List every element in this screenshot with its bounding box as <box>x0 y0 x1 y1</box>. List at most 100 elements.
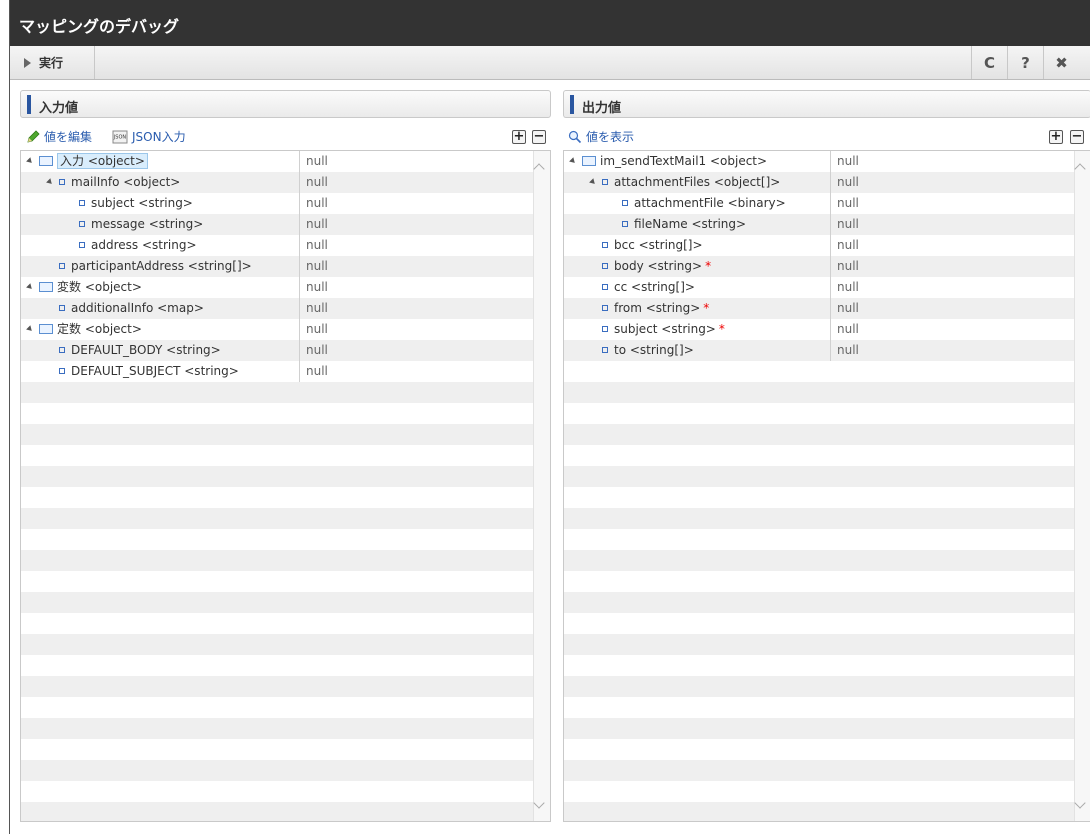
field-icon <box>59 304 65 311</box>
tree-node-name: subject <string> <box>79 193 193 214</box>
json-input-label: JSON入力 <box>132 130 186 144</box>
empty-row <box>21 655 534 676</box>
empty-row <box>21 571 534 592</box>
field-icon <box>59 178 65 185</box>
empty-row <box>564 466 1075 487</box>
folder-icon <box>39 281 53 292</box>
required-marker: * <box>705 259 712 273</box>
tree-row[interactable]: address <string> null <box>21 235 534 256</box>
field-icon <box>622 199 628 206</box>
tree-node-label: attachmentFiles <object[]> <box>614 175 781 189</box>
collapse-all-button[interactable]: − <box>532 130 546 144</box>
empty-row <box>564 424 1075 445</box>
tree-row[interactable]: subject <string> null <box>21 193 534 214</box>
tree-node-name: cc <string[]> <box>602 277 695 298</box>
tree-node-label: cc <string[]> <box>614 280 695 294</box>
empty-row <box>21 802 534 821</box>
tree-node-value: null <box>830 151 859 172</box>
tree-row[interactable]: to <string[]> null <box>564 340 1075 361</box>
tree-node-name: DEFAULT_BODY <string> <box>59 340 221 361</box>
empty-row <box>564 550 1075 571</box>
tree-node-label: 定数 <object> <box>57 322 142 336</box>
scroll-down-icon <box>533 797 545 809</box>
expand-toggle-icon[interactable] <box>569 157 577 165</box>
tree-row[interactable]: fileName <string> null <box>564 214 1075 235</box>
expand-toggle-icon[interactable] <box>26 283 34 291</box>
empty-row <box>21 739 534 760</box>
input-scrollbar[interactable] <box>533 151 550 821</box>
field-icon <box>79 220 85 227</box>
tree-node-name: 変数 <object> <box>26 277 142 298</box>
tree-row[interactable]: bcc <string[]> null <box>564 235 1075 256</box>
tree-row[interactable]: attachmentFiles <object[]> null <box>564 172 1075 193</box>
tree-node-label: address <string> <box>91 238 197 252</box>
run-button-label: 実行 <box>39 56 64 70</box>
tree-row[interactable]: cc <string[]> null <box>564 277 1075 298</box>
input-panel-header: 入力値 <box>20 90 551 118</box>
tree-node-name: participantAddress <string[]> <box>59 256 252 277</box>
empty-row <box>564 487 1075 508</box>
tree-node-value: null <box>299 256 328 277</box>
field-icon <box>602 262 608 269</box>
tree-row[interactable]: subject <string> * null <box>564 319 1075 340</box>
tree-row[interactable]: attachmentFile <binary> null <box>564 193 1075 214</box>
refresh-button[interactable]: C <box>971 46 1007 79</box>
header-accent-bar <box>570 95 574 114</box>
tree-row[interactable]: 入力 <object> null <box>21 151 534 172</box>
expand-toggle-icon[interactable] <box>26 325 34 333</box>
tree-node-value: null <box>830 277 859 298</box>
tree-node-label: bcc <string[]> <box>614 238 703 252</box>
tree-row[interactable]: additionalInfo <map> null <box>21 298 534 319</box>
tree-row[interactable]: 変数 <object> null <box>21 277 534 298</box>
output-actions: 値を表示 + − <box>563 128 1090 148</box>
field-icon <box>602 241 608 248</box>
tree-row[interactable]: DEFAULT_BODY <string> null <box>21 340 534 361</box>
tree-node-name: to <string[]> <box>602 340 694 361</box>
json-input-link[interactable]: JSON JSON入力 <box>112 128 186 145</box>
edit-value-link[interactable]: 値を編集 <box>26 128 92 145</box>
help-icon: ? <box>1021 53 1030 72</box>
empty-row <box>21 634 534 655</box>
close-button[interactable]: ✖ <box>1043 46 1079 79</box>
tree-node-value: null <box>299 361 328 382</box>
tree-row[interactable]: im_sendTextMail1 <object> null <box>564 151 1075 172</box>
tree-row[interactable]: mailInfo <object> null <box>21 172 534 193</box>
tree-node-name: attachmentFiles <object[]> <box>589 172 781 193</box>
run-button[interactable]: 実行 <box>10 46 95 79</box>
tree-row[interactable]: from <string> * null <box>564 298 1075 319</box>
expand-toggle-icon[interactable] <box>46 178 54 186</box>
show-value-link[interactable]: 値を表示 <box>568 128 634 145</box>
expand-all-button[interactable]: + <box>512 130 526 144</box>
tree-row[interactable]: DEFAULT_SUBJECT <string> null <box>21 361 534 382</box>
empty-row <box>564 403 1075 424</box>
json-icon: JSON <box>112 130 128 143</box>
output-scrollbar[interactable] <box>1074 151 1090 821</box>
expand-toggle-icon[interactable] <box>589 178 597 186</box>
expand-all-button[interactable]: + <box>1049 130 1063 144</box>
show-value-label: 値を表示 <box>586 130 635 144</box>
tree-node-label: 変数 <object> <box>57 280 142 294</box>
empty-row <box>564 508 1075 529</box>
folder-icon <box>582 155 596 166</box>
empty-row <box>21 424 534 445</box>
tree-row[interactable]: 定数 <object> null <box>21 319 534 340</box>
tree-node-name: subject <string> * <box>602 319 725 340</box>
help-button[interactable]: ? <box>1007 46 1043 79</box>
tree-row[interactable]: message <string> null <box>21 214 534 235</box>
minus-icon: − <box>533 129 545 144</box>
tree-node-value: null <box>830 193 859 214</box>
tree-row[interactable]: participantAddress <string[]> null <box>21 256 534 277</box>
empty-row <box>564 676 1075 697</box>
collapse-all-button[interactable]: − <box>1070 130 1084 144</box>
empty-row <box>21 445 534 466</box>
tree-node-label: fileName <string> <box>634 217 747 231</box>
tree-node-label: mailInfo <object> <box>71 175 181 189</box>
tree-node-label: im_sendTextMail1 <object> <box>600 154 768 168</box>
tree-row[interactable]: body <string> * null <box>564 256 1075 277</box>
expand-toggle-icon[interactable] <box>26 157 34 165</box>
tree-node-label: participantAddress <string[]> <box>71 259 252 273</box>
folder-icon <box>39 155 53 166</box>
tree-node-name: fileName <string> <box>622 214 746 235</box>
field-icon <box>79 241 85 248</box>
tree-node-label: from <string> <box>614 301 701 315</box>
